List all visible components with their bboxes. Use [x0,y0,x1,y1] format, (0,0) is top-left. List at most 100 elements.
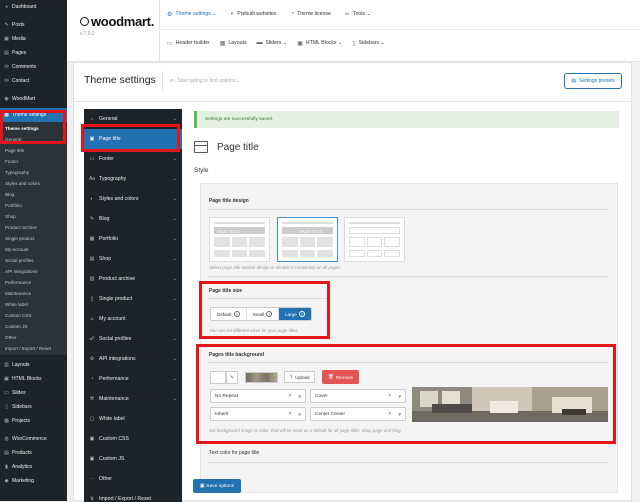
thumb-band [349,227,400,234]
section-icon: ▦ [89,236,95,242]
save-options-button[interactable]: ▣ Save options [193,479,241,493]
settings-nav-blog[interactable]: ✎ Blog ⌄ [84,209,182,229]
section-icon: ▥ [89,276,95,282]
top-nav-header-builder[interactable]: ▭ Header builder [167,36,210,50]
top-nav-theme-settings[interactable]: ⚙ Theme settings ⌄ [167,7,217,21]
wp-submenu-product-archive[interactable]: Product archive [0,222,67,233]
wp-submenu-white-label[interactable]: White label [0,299,67,310]
settings-nav-api-integrations[interactable]: ⚙ API integrations ⌄ [84,349,182,369]
settings-nav-typography[interactable]: Aa Typography ⌄ [84,169,182,189]
wp-menu-analytics[interactable]: ▮ Analytics [0,460,67,474]
wp-submenu-portfolio[interactable]: Portfolio [0,200,67,211]
presets-label: Settings presets [579,78,615,84]
settings-nav-footer[interactable]: ▭ Footer ⌄ [84,149,182,169]
settings-nav-shop[interactable]: ▤ Shop ⌄ [84,249,182,269]
wp-menu-products[interactable]: ▤ Products [0,446,67,460]
wp-menu-woodmart[interactable]: ◉ WoodMart [0,92,67,106]
sidebars-icon: ▯ [5,404,8,410]
wp-menu-comments[interactable]: ✉ Comments [0,60,67,74]
wp-submenu-import-export-reset[interactable]: Import / Export / Reset [0,343,67,354]
wp-submenu-performance[interactable]: Performance [0,277,67,288]
wp-submenu-shop[interactable]: Shop [0,211,67,222]
wp-submenu-single-product[interactable]: Single product [0,233,67,244]
wp-menu-pages[interactable]: ▤ Pages [0,46,67,60]
wp-menu-layouts[interactable]: ▥ Layouts [0,358,67,372]
wp-menu-dashboard[interactable]: ◕ Dashboard [0,0,67,14]
top-nav-sliders[interactable]: ▬ Sliders ⌄ [257,36,288,50]
section-icon: ☺ [89,316,95,322]
top-nav-sidebars[interactable]: ▯ Sidebars ⌄ [352,36,385,50]
section-icon: ▣ [89,436,95,442]
settings-nav-other[interactable]: ⋯ Other [84,469,182,489]
wp-menu-media[interactable]: ▣ Media [0,32,67,46]
wp-menu-label: Contact [12,78,30,84]
settings-presets-button[interactable]: ▤ Settings presets [564,73,622,89]
wp-menu-marketing[interactable]: ◆ Marketing [0,474,67,488]
settings-nav-label: Performance [99,376,129,382]
chevron-down-icon: ⌄ [172,176,177,182]
settings-nav-white-label[interactable]: ▢ White label [84,409,182,429]
top-nav-layouts[interactable]: ▦ Layouts [220,36,247,50]
section-icon: ▢ [89,416,95,422]
wp-submenu-custom-css[interactable]: Custom CSS [0,310,67,321]
wp-menu-sidebars[interactable]: ▯ Sidebars [0,400,67,414]
design-option-disabled[interactable] [344,217,405,262]
wp-submenu-custom-js[interactable]: Custom JS [0,321,67,332]
wp-submenu-footer[interactable]: Footer [0,156,67,167]
wp-menu-slides[interactable]: ▭ Slides [0,386,67,400]
chevron-down-icon: ⌄ [172,116,177,122]
wp-menu-label: Sidebars [12,404,32,410]
wp-submenu-other[interactable]: Other [0,332,67,343]
settings-nav-performance[interactable]: ◔ Performance ⌄ [84,369,182,389]
presets-icon: ▤ [571,78,577,84]
settings-nav-single-product[interactable]: ▯ Single product ⌄ [84,289,182,309]
wp-menu-contact[interactable]: ✉ Contact [0,74,67,88]
settings-nav-custom-css[interactable]: ▣ Custom CSS [84,429,182,449]
wp-admin-sidebar: ◕ Dashboard ✎ Posts ▣ Media ▤ Pages ✉ Comments ✉ Co… [0,0,67,501]
settings-nav-maintenance[interactable]: ⚒ Maintenance ⌄ [84,389,182,409]
wp-submenu-styles-and-colors[interactable]: Styles and colors [0,178,67,189]
top-nav-html-blocks[interactable]: ▣ HTML Blocks ⌄ [297,36,342,50]
wp-submenu-api-integrations[interactable]: API integrations [0,266,67,277]
top-nav-theme-license[interactable]: ◔ Theme license [291,7,331,21]
nav-label: Layouts [228,40,247,46]
settings-nav-my-account[interactable]: ☺ My account ⌄ [84,309,182,329]
nav-label: Header builder [175,40,210,46]
settings-nav-label: Styles and colors [99,196,139,202]
search-input[interactable]: ⌕ Start typing to find options... [170,74,320,88]
section-icon: ⋯ [89,476,95,482]
settings-nav-label: Custom CSS [99,436,129,442]
top-nav-prebuilt-websites[interactable]: ◐ Prebuilt websites [231,7,277,21]
wp-menu-woocommerce[interactable]: ◍ WooCommerce [0,432,67,446]
section-icon: ⇅ [89,496,95,502]
nav-icon: ⚙ [167,11,173,18]
settings-nav-import-export-reset[interactable]: ⇅ Import / Export / Reset [84,489,182,502]
wp-submenu-page-title[interactable]: Page title [0,145,67,156]
section-icon: ☍ [89,336,95,342]
settings-nav-social-profiles[interactable]: ☍ Social profiles ⌄ [84,329,182,349]
wp-submenu-typography[interactable]: Typography [0,167,67,178]
woodmart-topbar: woodmart. v.7.0.2 ⚙ Theme settings ⌄ ◐ Preb… [67,0,640,62]
slides-icon: ▭ [4,390,9,396]
wp-submenu-maintenance[interactable]: Maintenance [0,288,67,299]
settings-nav-portfolio[interactable]: ▦ Portfolio ⌄ [84,229,182,249]
design-option-centered[interactable]: PAGE TITLE [277,217,338,262]
wp-menu-label: Products [12,450,32,456]
chevron-down-icon: ⌄ [172,276,177,282]
settings-nav-product-archive[interactable]: ▥ Product archive ⌄ [84,269,182,289]
top-nav-tools[interactable]: ✂ Tools ⌄ [345,7,371,21]
section-icon: ◐ [90,196,94,202]
wp-menu-label: Pages [12,50,27,56]
wp-submenu-social-profiles[interactable]: Social profiles [0,255,67,266]
wp-menu-label: Projects [12,418,31,424]
settings-nav-custom-js[interactable]: ▣ Custom JS [84,449,182,469]
wp-menu-projects[interactable]: ▦ Projects [0,414,67,428]
design-option-default[interactable]: PAGE TITLE [209,217,270,262]
nav-icon: ◐ [230,11,235,17]
wp-submenu-blog[interactable]: Blog [0,189,67,200]
nav-icon: ✂ [344,11,350,18]
wp-menu-posts[interactable]: ✎ Posts [0,18,67,32]
settings-nav-styles-and-colors[interactable]: ◐ Styles and colors ⌄ [84,189,182,209]
wp-menu-html-blocks[interactable]: ▣ HTML Blocks [0,372,67,386]
wp-submenu-my-account[interactable]: My account [0,244,67,255]
